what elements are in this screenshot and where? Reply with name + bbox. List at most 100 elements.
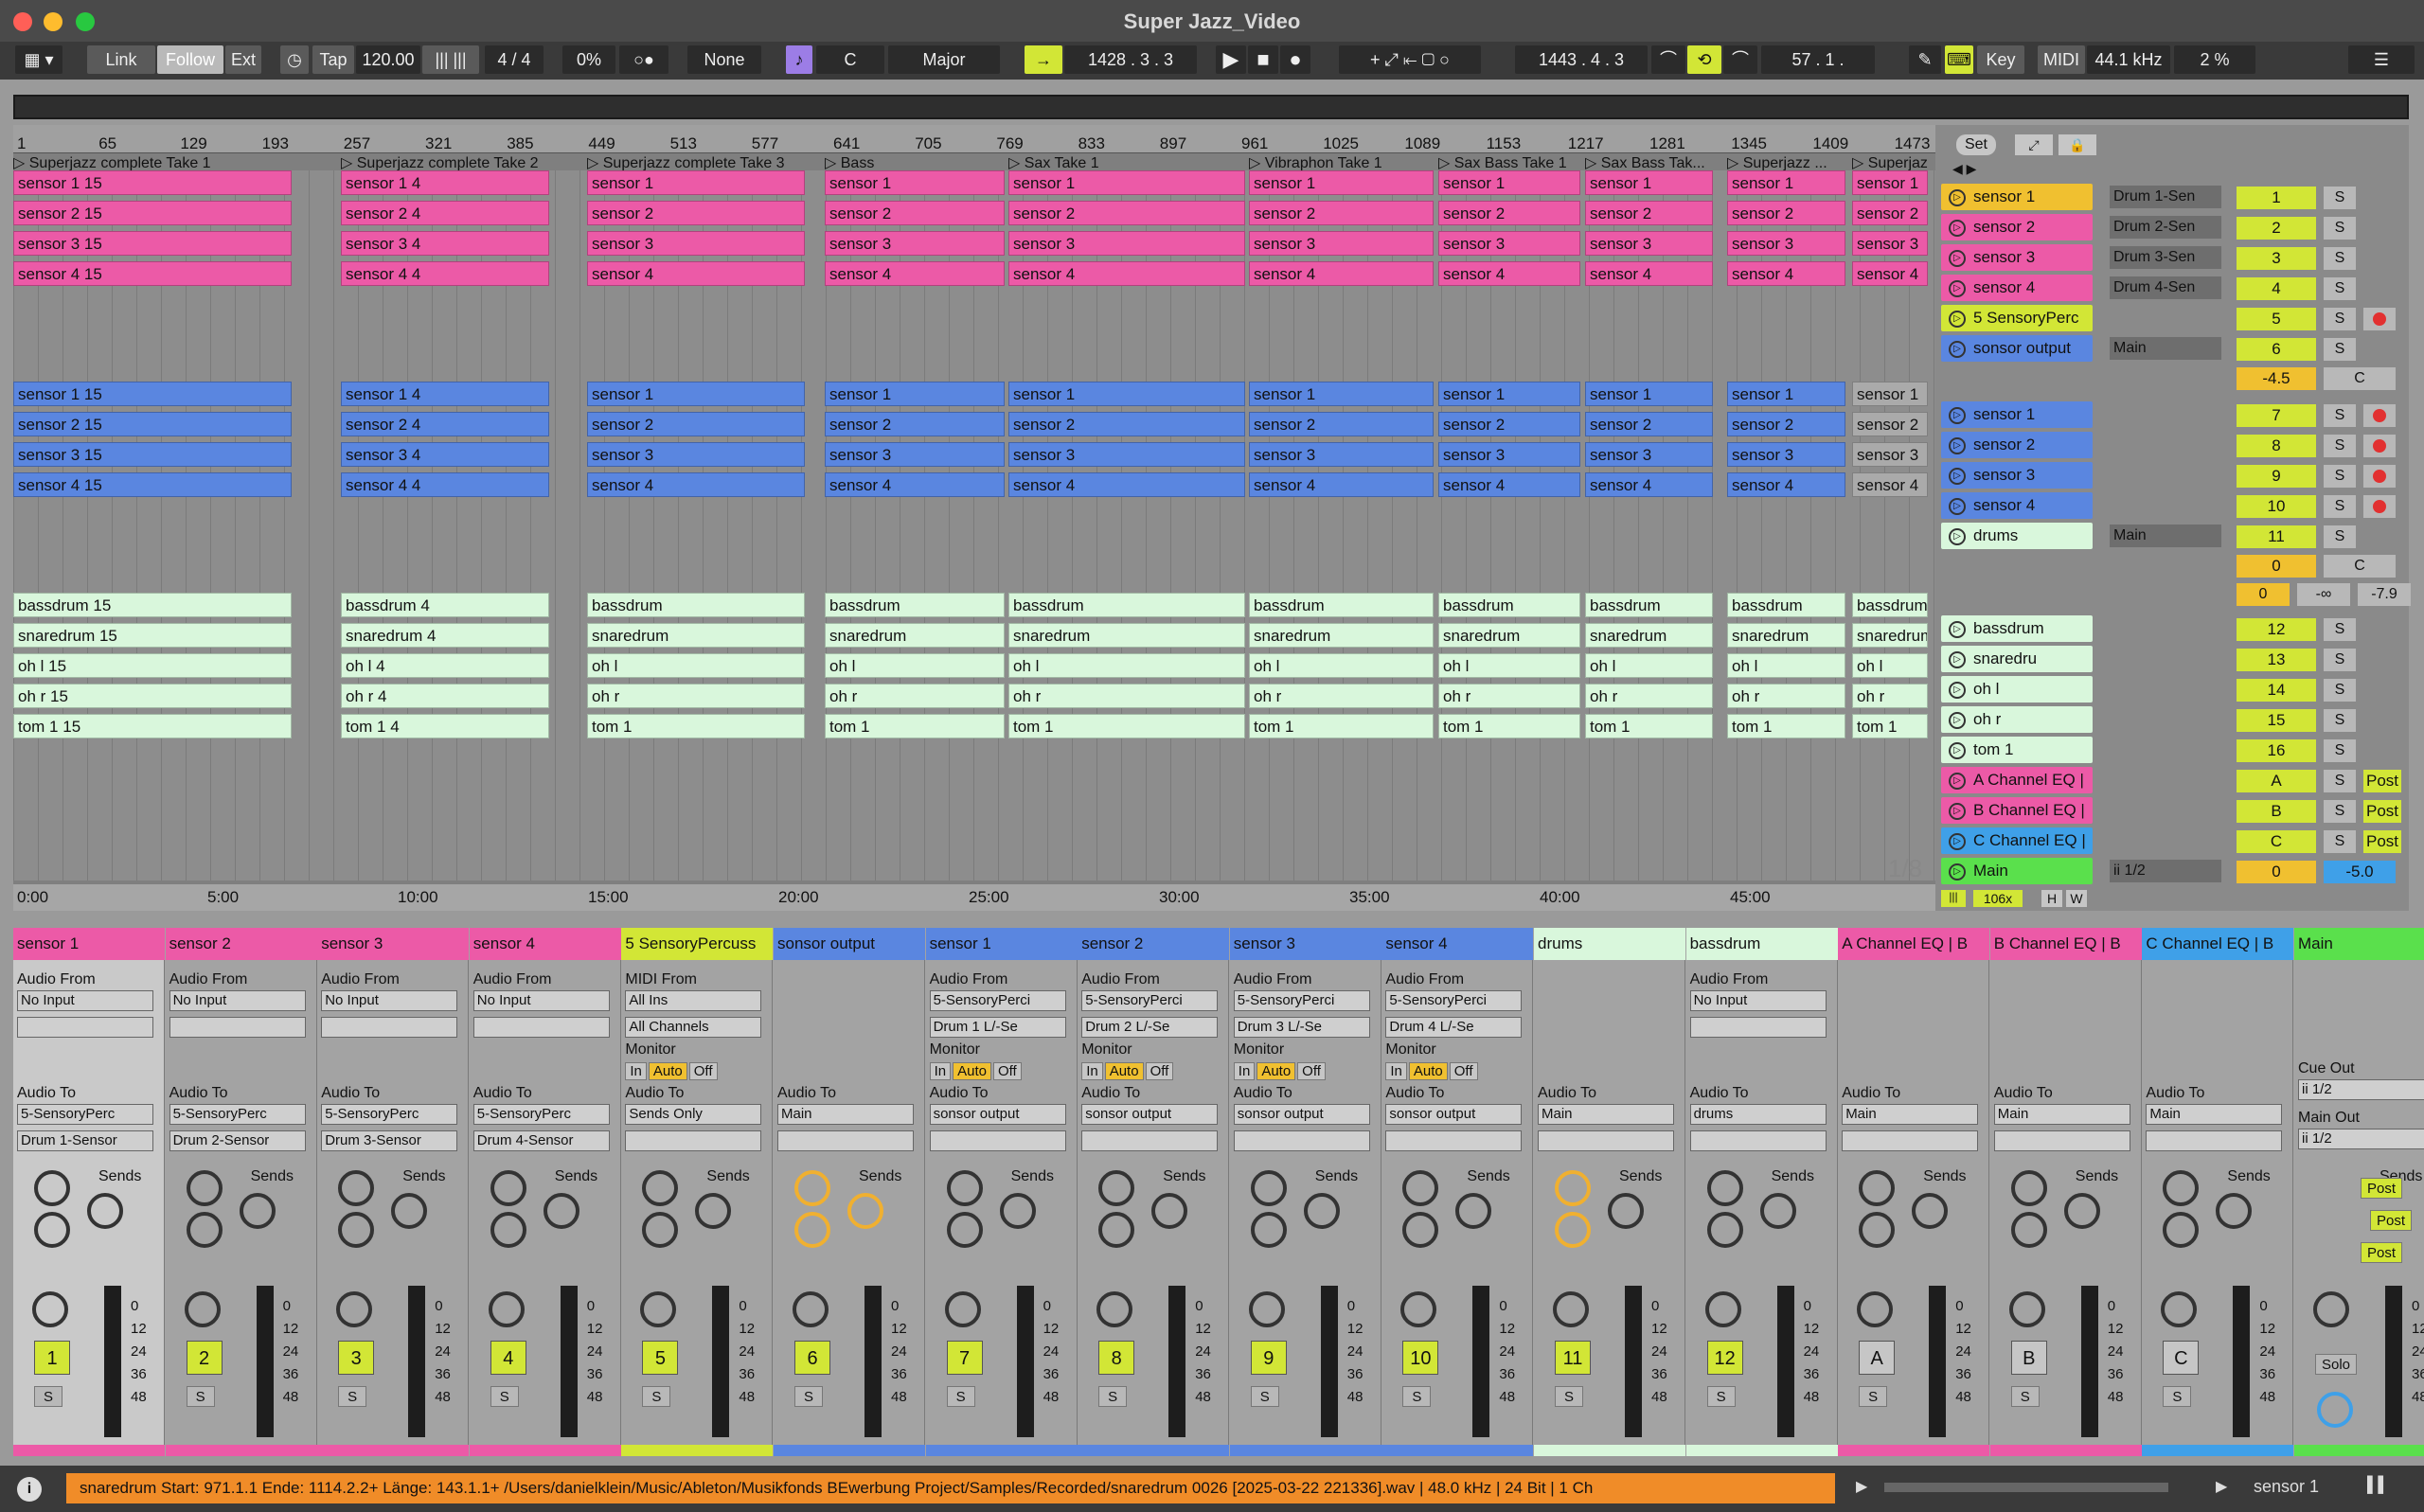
monitor-auto-button[interactable]: Auto [1257, 1062, 1296, 1080]
track-activator-button[interactable]: 14 [2237, 679, 2316, 702]
monitor-in-button[interactable]: In [929, 1062, 952, 1080]
track-output-select[interactable]: Drum 1-Sen [2110, 186, 2221, 208]
track-fold-play-icon[interactable]: ▷ [1949, 742, 1966, 759]
arrangement-clip[interactable]: sensor 3 15 [13, 442, 292, 467]
solo-button[interactable]: S [2324, 800, 2356, 823]
pan-knob[interactable] [2313, 1291, 2349, 1327]
track-fold-play-icon[interactable]: ▷ [1949, 833, 1966, 850]
solo-button[interactable]: S [186, 1386, 215, 1407]
arrangement-clip[interactable]: sensor 4 [1008, 472, 1245, 497]
track-fold-play-icon[interactable]: ▷ [1949, 773, 1966, 790]
arrangement-clip[interactable]: oh l [1249, 653, 1434, 678]
pan-knob[interactable] [1857, 1291, 1894, 1327]
solo-button[interactable]: S [1250, 1386, 1279, 1407]
section-marker[interactable]: ▷ Sax Take 1 [1008, 153, 1264, 170]
track-fold-play-icon[interactable]: ▷ [1949, 280, 1966, 297]
metronome-icon[interactable]: ◷ [280, 45, 309, 74]
send-c-knob[interactable] [946, 1212, 983, 1248]
solo-button[interactable]: S [2010, 1386, 2040, 1407]
pan-knob[interactable] [1704, 1291, 1741, 1327]
solo-button[interactable]: S [2324, 525, 2356, 548]
arrangement-clip[interactable]: snaredrum [1438, 623, 1580, 648]
output-type-select[interactable]: sonsor output [1081, 1104, 1219, 1125]
solo-cue-button[interactable]: Solo [2315, 1354, 2357, 1375]
nudge-icon[interactable]: ||| ||| [422, 45, 479, 74]
send-c-knob[interactable] [1555, 1212, 1591, 1248]
arrangement-clip[interactable]: oh r [587, 684, 805, 708]
input-type-select[interactable]: All Ins [625, 990, 762, 1011]
arrangement-clip[interactable]: sensor 4 [1852, 472, 1928, 497]
scale-mode-icon[interactable]: ♪ [786, 45, 812, 74]
arrangement-clip[interactable]: tom 1 [1585, 714, 1713, 738]
solo-button[interactable]: S [2324, 770, 2356, 792]
arrangement-clip[interactable]: bassdrum 15 [13, 593, 292, 617]
punch-out-icon[interactable]: ⌒ [1723, 45, 1757, 74]
mixer-track-title[interactable]: bassdrum [1685, 928, 1838, 960]
track-fold-play-icon[interactable]: ▷ [1949, 311, 1966, 328]
arrangement-clip[interactable]: oh l 4 [341, 653, 549, 678]
monitor-in-button[interactable]: In [1081, 1062, 1103, 1080]
arrangement-clip[interactable]: snaredrum [1852, 623, 1928, 648]
track-fold-play-icon[interactable]: ▷ [1949, 407, 1966, 424]
arrangement-clip[interactable]: sensor 4 [1249, 472, 1434, 497]
track-header-oh-r[interactable]: oh r ▷ 15 S [1935, 706, 2409, 735]
arrangement-clip[interactable]: sensor 4 4 [341, 472, 549, 497]
arrangement-clip[interactable]: snaredrum [1249, 623, 1434, 648]
output-type-select[interactable]: Main [1538, 1104, 1674, 1125]
arrangement-clip[interactable]: tom 1 [1008, 714, 1245, 738]
track-header-drums[interactable]: drums ▷ Main 11 0 C S 0 -∞ -7.9 [1935, 523, 2411, 606]
arrangement-clip[interactable]: oh r [1585, 684, 1713, 708]
stop-icon[interactable]: ■ [1248, 45, 1278, 74]
arrangement-clip[interactable]: sensor 3 [825, 231, 1005, 256]
solo-button[interactable]: S [1098, 1386, 1128, 1407]
input-type-select[interactable]: 5-SensoryPerci [1081, 990, 1219, 1011]
input-type-select[interactable]: 5-SensoryPerci [1233, 990, 1370, 1011]
arrangement-clip[interactable]: sensor 1 [1438, 170, 1580, 195]
arrangement-clip[interactable]: tom 1 4 [341, 714, 549, 738]
solo-button[interactable]: S [2163, 1386, 2192, 1407]
send-a-knob[interactable] [338, 1170, 375, 1206]
info-icon[interactable]: i [17, 1477, 42, 1502]
output-channel-select[interactable] [625, 1130, 762, 1151]
section-marker[interactable]: ▷ Sax Bass Tak... [1585, 153, 1732, 170]
pan-knob[interactable] [944, 1291, 981, 1327]
output-type-select[interactable]: sonsor output [929, 1104, 1066, 1125]
arrangement-clip[interactable]: sensor 2 15 [13, 201, 292, 225]
monitor-in-button[interactable]: In [625, 1062, 647, 1080]
key-map-button[interactable]: Key [1977, 45, 2024, 74]
track-header-tom-1[interactable]: tom 1 ▷ 16 S [1935, 737, 2409, 765]
track-activator-button[interactable]: 1 [2237, 187, 2316, 209]
track-header-oh-l[interactable]: oh l ▷ 14 S [1935, 676, 2409, 704]
input-channel-select[interactable] [321, 1017, 458, 1038]
arrangement-clip[interactable]: bassdrum [1585, 593, 1713, 617]
loop-start-field[interactable]: 1443 . 4 . 3 [1515, 45, 1648, 74]
monitor-auto-button[interactable]: Auto [953, 1062, 991, 1080]
midi-map-button[interactable]: MIDI [2038, 45, 2085, 74]
arrangement-clip[interactable]: snaredrum [587, 623, 805, 648]
send-c-knob[interactable] [642, 1212, 679, 1248]
send-c-knob[interactable] [490, 1212, 526, 1248]
track-header-main[interactable]: Main ▷ ii 1/2 0 -5.0 [1935, 858, 2409, 886]
send-c-knob[interactable] [2163, 1212, 2200, 1248]
meter-icon[interactable]: ▌▌ [2367, 1477, 2389, 1494]
send-b-knob[interactable] [1303, 1193, 1340, 1229]
output-channel-select[interactable] [1385, 1130, 1523, 1151]
send-post-button[interactable]: Post [2370, 1210, 2412, 1231]
track-activator-button[interactable]: B [2237, 800, 2316, 823]
output-type-select[interactable]: 5-SensoryPerc [169, 1104, 306, 1125]
arrangement-clip[interactable]: bassdrum [1008, 593, 1245, 617]
record-icon[interactable]: ● [1280, 45, 1310, 74]
arrangement-clip[interactable]: sensor 3 [1438, 231, 1580, 256]
output-channel-select[interactable] [929, 1130, 1066, 1151]
monitor-buttons[interactable]: In Auto Off [625, 1062, 719, 1080]
lock-icon[interactable]: 🔒 [2059, 134, 2096, 155]
solo-button[interactable]: S [34, 1386, 62, 1407]
track-header-5-sensoryperc[interactable]: 5 SensoryPerc ▷ 5 S [1935, 305, 2409, 333]
mixer-track-title[interactable]: drums [1534, 928, 1685, 960]
input-channel-select[interactable]: Drum 4 L/-Se [1385, 1017, 1523, 1038]
arrangement-clip[interactable]: bassdrum [1249, 593, 1434, 617]
arrangement-clip[interactable]: sensor 2 [1249, 201, 1434, 225]
arrangement-clip[interactable]: sensor 2 [1585, 412, 1713, 436]
send-a-knob[interactable] [642, 1170, 679, 1206]
pan-knob[interactable] [1400, 1291, 1437, 1327]
